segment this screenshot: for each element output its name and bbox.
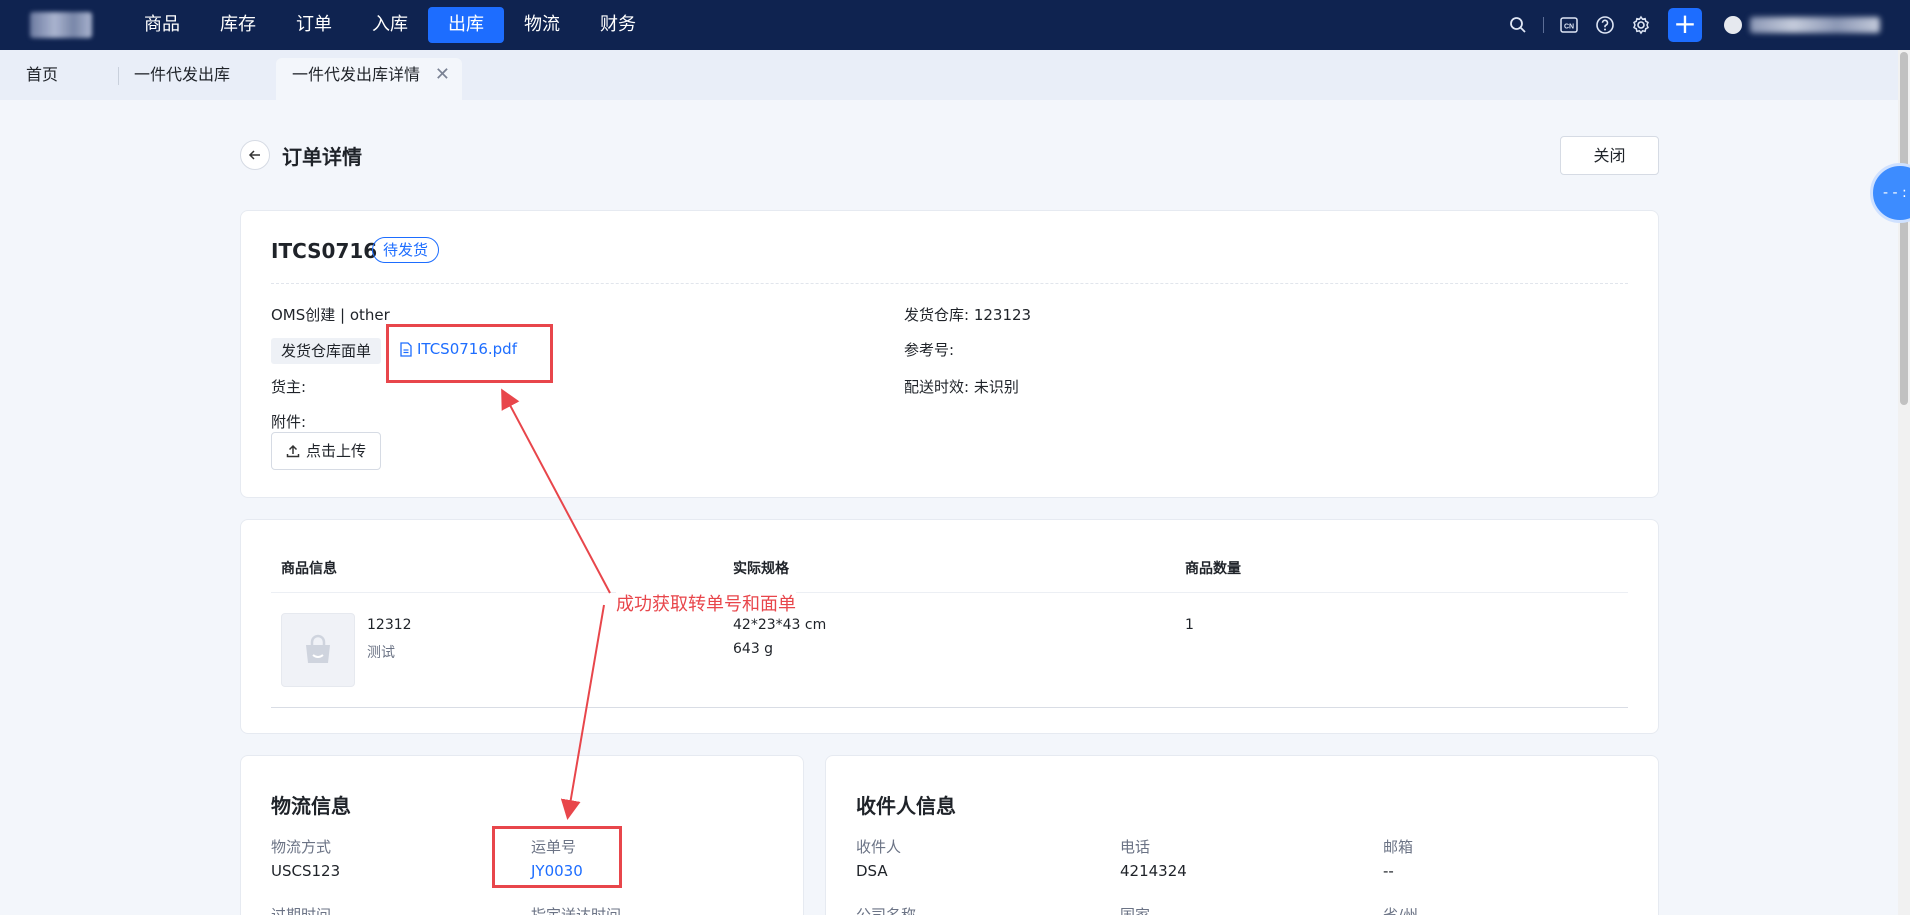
annotation-text: 成功获取转单号和面单 (616, 590, 796, 616)
scrollbar-thumb[interactable] (1900, 52, 1908, 405)
annotation-arrows (501, 388, 611, 820)
